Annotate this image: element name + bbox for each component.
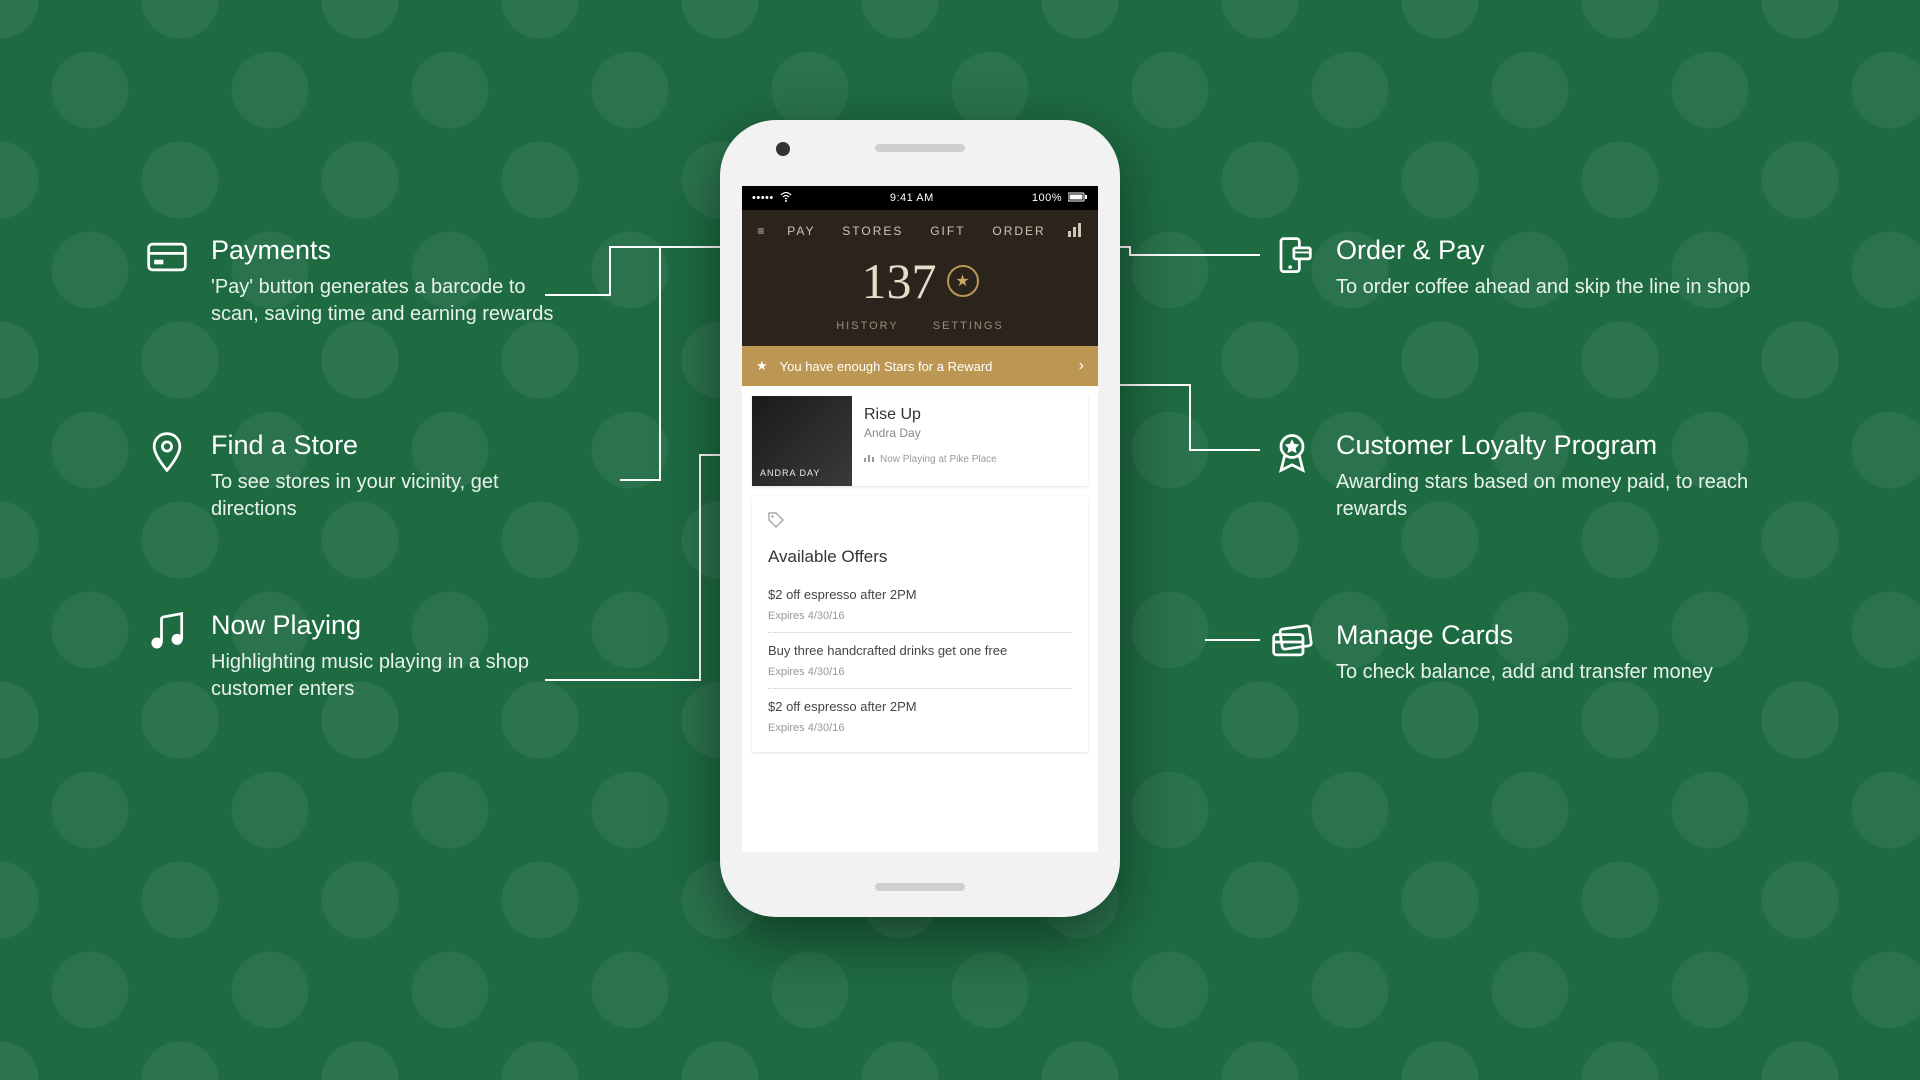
reward-banner-text: You have enough Stars for a Reward (780, 359, 993, 374)
offer-item[interactable]: $2 off espresso after 2PM Expires 4/30/1… (768, 689, 1072, 744)
chevron-right-icon: › (1079, 357, 1084, 375)
equalizer-icon (864, 454, 874, 465)
tag-icon (768, 512, 1072, 533)
tab-order[interactable]: ORDER (986, 220, 1051, 242)
menu-icon[interactable]: ≡ (757, 224, 766, 238)
status-time: 9:41 AM (890, 192, 934, 204)
offers-card: Available Offers $2 off espresso after 2… (752, 496, 1088, 752)
offer-title: $2 off espresso after 2PM (768, 587, 1072, 604)
phone-mock: ••••• 9:41 AM 100% ≡ PAY STORES (720, 120, 1120, 917)
battery-icon (1068, 192, 1088, 205)
stars-count-row: 137 ★ (862, 252, 979, 310)
offer-item[interactable]: Buy three handcrafted drinks get one fre… (768, 633, 1072, 689)
offer-expires: Expires 4/30/16 (768, 610, 1072, 622)
sub-tabs: HISTORY SETTINGS (742, 320, 1098, 332)
reward-banner[interactable]: ★ You have enough Stars for a Reward › (742, 346, 1098, 386)
tab-gift[interactable]: GIFT (924, 220, 971, 242)
bars-icon[interactable] (1067, 223, 1083, 240)
phone-screen: ••••• 9:41 AM 100% ≡ PAY STORES (742, 186, 1098, 852)
np-artist: Andra Day (864, 426, 997, 440)
wifi-icon (780, 192, 792, 205)
offer-expires: Expires 4/30/16 (768, 722, 1072, 734)
offer-expires: Expires 4/30/16 (768, 666, 1072, 678)
now-playing-card[interactable]: ANDRA DAY Rise Up Andra Day Now Playing … (752, 396, 1088, 486)
np-title: Rise Up (864, 406, 997, 424)
np-location: Now Playing at Pike Place (880, 454, 997, 465)
app-header: ≡ PAY STORES GIFT ORDER 137 ★ HISTORY SE… (742, 210, 1098, 346)
tab-stores[interactable]: STORES (836, 220, 909, 242)
signal-icon: ••••• (752, 192, 774, 204)
diagram-stage: Payments 'Pay' button generates a barcod… (0, 0, 1920, 1080)
app-tabs: ≡ PAY STORES GIFT ORDER (742, 210, 1098, 248)
np-location-row: Now Playing at Pike Place (864, 454, 997, 465)
phone-earpiece (875, 144, 965, 152)
tab-pay[interactable]: PAY (781, 220, 821, 242)
star-filled-icon: ★ (756, 358, 768, 374)
offers-header: Available Offers (768, 547, 1072, 567)
subtab-history[interactable]: HISTORY (836, 320, 899, 332)
phone-homebar (875, 883, 965, 891)
offer-item[interactable]: $2 off espresso after 2PM Expires 4/30/1… (768, 577, 1072, 633)
star-icon: ★ (947, 265, 979, 297)
album-art: ANDRA DAY (752, 396, 852, 486)
offer-title: Buy three handcrafted drinks get one fre… (768, 643, 1072, 660)
album-art-label: ANDRA DAY (760, 468, 820, 478)
status-battery-text: 100% (1032, 192, 1062, 204)
status-bar: ••••• 9:41 AM 100% (742, 186, 1098, 210)
offer-title: $2 off espresso after 2PM (768, 699, 1072, 716)
subtab-settings[interactable]: SETTINGS (933, 320, 1004, 332)
stars-count: 137 (862, 252, 937, 310)
